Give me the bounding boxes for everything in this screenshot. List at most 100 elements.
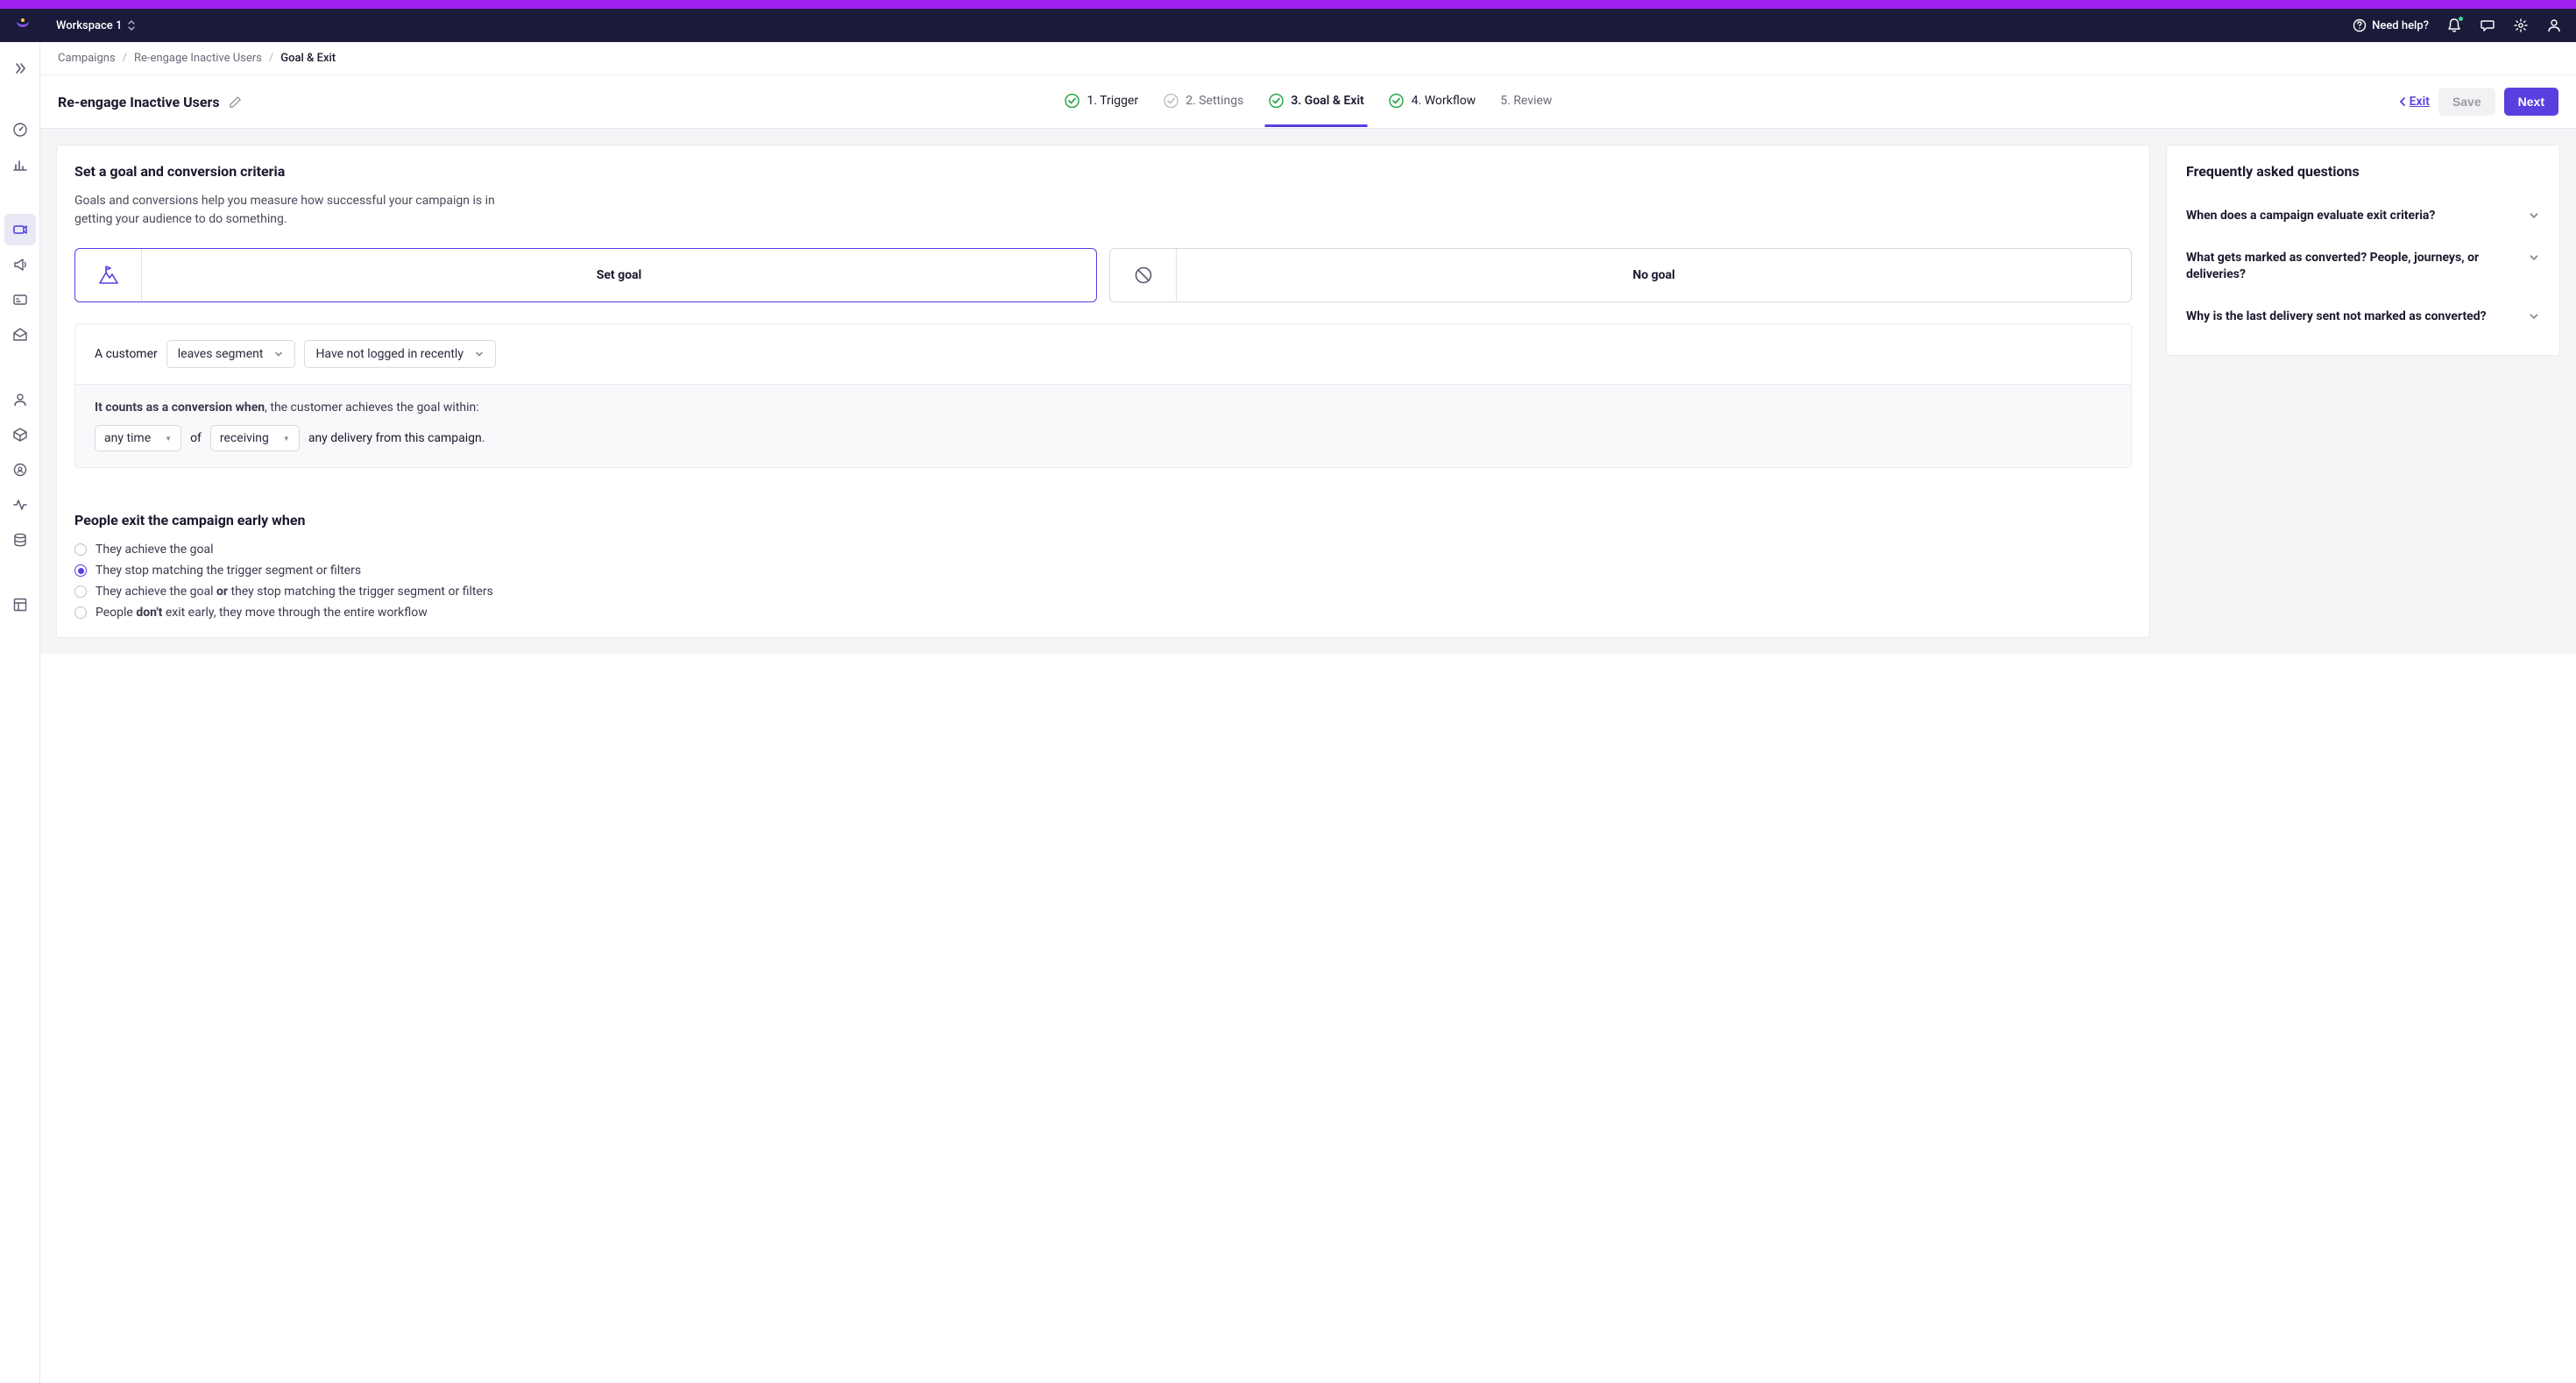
check-circle-icon <box>1268 93 1284 109</box>
exit-option-stop-matching[interactable]: They stop matching the trigger segment o… <box>74 564 2132 578</box>
chevron-down-icon <box>2528 209 2540 222</box>
criteria-text-tail: any delivery from this campaign. <box>308 431 485 445</box>
sidebar-item-broadcasts[interactable] <box>4 249 36 280</box>
step-label: 2. Settings <box>1185 94 1243 108</box>
check-circle-icon <box>1389 93 1405 109</box>
exit-link-label: Exit <box>2410 95 2430 109</box>
exit-option-label: They stop matching the trigger segment o… <box>96 564 361 578</box>
next-button[interactable]: Next <box>2504 88 2558 116</box>
radio-icon <box>74 543 87 556</box>
notifications-button[interactable] <box>2446 18 2462 33</box>
faq-title: Frequently asked questions <box>2186 163 2540 180</box>
breadcrumb-current: Goal & Exit <box>280 52 336 65</box>
time-dropdown[interactable]: any time ▼ <box>95 425 181 451</box>
conversion-lead-rest: , the customer achieves the goal within: <box>265 401 479 415</box>
goal-section-desc: Goals and conversions help you measure h… <box>74 192 495 229</box>
step-settings[interactable]: 2. Settings <box>1163 93 1243 110</box>
edit-title-button[interactable] <box>229 96 242 109</box>
criteria-text-prefix: A customer <box>95 347 158 361</box>
exit-criteria-section: People exit the campaign early when They… <box>74 512 2132 620</box>
step-workflow[interactable]: 4. Workflow <box>1389 93 1476 110</box>
chat-button[interactable] <box>2480 18 2495 33</box>
radio-icon <box>74 606 87 619</box>
conversion-lead-bold: It counts as a conversion when <box>95 401 265 415</box>
sidebar-item-people[interactable] <box>4 384 36 415</box>
sidebar-item-dashboard[interactable] <box>4 114 36 145</box>
workspace-switcher[interactable]: Workspace 1 <box>56 19 136 32</box>
step-label: 1. Trigger <box>1087 94 1139 108</box>
sidebar-item-activity[interactable] <box>4 489 36 521</box>
goal-option-label: No goal <box>1177 268 2131 282</box>
radio-icon <box>74 564 87 577</box>
workspace-name: Workspace 1 <box>56 19 122 32</box>
settings-button[interactable] <box>2513 18 2529 33</box>
breadcrumb-sep-icon: / <box>123 52 127 65</box>
step-trigger[interactable]: 1. Trigger <box>1065 93 1139 110</box>
faq-panel: Frequently asked questions When does a c… <box>2166 145 2560 356</box>
sidebar-item-layouts[interactable] <box>4 589 36 621</box>
goal-section-title: Set a goal and conversion criteria <box>74 163 2132 180</box>
sidebar-item-data[interactable] <box>4 524 36 556</box>
sidebar-item-content[interactable] <box>4 419 36 450</box>
triangle-down-icon: ▼ <box>165 435 172 443</box>
sidebar-item-segments[interactable] <box>4 454 36 486</box>
conversion-criteria-box: A customer leaves segment Have not logge… <box>74 323 2132 468</box>
goal-panel: Set a goal and conversion criteria Goals… <box>56 145 2150 638</box>
dropdown-value: any time <box>104 431 151 445</box>
dropdown-value: receiving <box>220 431 269 445</box>
notification-dot-icon <box>2458 16 2464 22</box>
faq-question: When does a campaign evaluate exit crite… <box>2186 208 2435 225</box>
sidebar-item-deliveries[interactable] <box>4 319 36 351</box>
chevron-down-icon <box>474 349 485 359</box>
faq-item-last-delivery[interactable]: Why is the last delivery sent not marked… <box>2186 296 2540 338</box>
breadcrumb: Campaigns / Re-engage Inactive Users / G… <box>40 42 2576 75</box>
exit-option-label: They achieve the goal <box>96 543 214 557</box>
check-circle-icon <box>1065 93 1080 109</box>
sidebar-item-campaigns[interactable] <box>4 214 36 245</box>
faq-item-converted[interactable]: What gets marked as converted? People, j… <box>2186 238 2540 296</box>
sidebar-item-analytics[interactable] <box>4 149 36 181</box>
ban-icon <box>1110 249 1177 301</box>
exit-section-title: People exit the campaign early when <box>74 512 2132 528</box>
step-label: 3. Goal & Exit <box>1291 94 1363 108</box>
page-title: Re-engage Inactive Users <box>58 94 220 110</box>
step-review[interactable]: 5. Review <box>1500 93 1552 110</box>
breadcrumb-sep-icon: / <box>269 52 273 65</box>
goal-option-no-goal[interactable]: No goal <box>1109 248 2132 302</box>
faq-item-exit-criteria[interactable]: When does a campaign evaluate exit crite… <box>2186 195 2540 238</box>
exit-option-achieve-goal[interactable]: They achieve the goal <box>74 543 2132 557</box>
need-help-link[interactable]: Need help? <box>2353 18 2429 32</box>
check-circle-icon <box>1163 93 1178 109</box>
chevron-down-icon <box>2528 310 2540 323</box>
triangle-down-icon: ▼ <box>283 435 290 443</box>
radio-icon <box>74 585 87 598</box>
help-circle-icon <box>2353 18 2367 32</box>
sidebar-expand-button[interactable] <box>4 53 36 84</box>
event-dropdown[interactable]: receiving ▼ <box>210 425 300 451</box>
exit-link[interactable]: Exit <box>2397 95 2430 109</box>
exit-option-dont-exit[interactable]: People don't exit early, they move throu… <box>74 606 2132 620</box>
wizard-steps: 1. Trigger 2. Settings 3. Goal & Exit 4.… <box>1065 93 1553 110</box>
sidebar-item-transactional[interactable] <box>4 284 36 316</box>
save-button[interactable]: Save <box>2438 88 2495 116</box>
faq-question: What gets marked as converted? People, j… <box>2186 250 2514 284</box>
breadcrumb-campaign-name[interactable]: Re-engage Inactive Users <box>134 52 262 65</box>
goal-option-set-goal[interactable]: Set goal <box>74 248 1097 302</box>
breadcrumb-campaigns[interactable]: Campaigns <box>58 52 116 65</box>
need-help-label: Need help? <box>2372 19 2429 32</box>
brand-top-strip <box>0 0 2576 9</box>
faq-question: Why is the last delivery sent not marked… <box>2186 309 2487 326</box>
chevron-left-icon <box>2397 96 2408 107</box>
segment-dropdown[interactable]: Have not logged in recently <box>304 340 496 368</box>
profile-button[interactable] <box>2546 18 2562 33</box>
action-dropdown[interactable]: leaves segment <box>166 340 296 368</box>
app-header: Workspace 1 Need help? <box>0 9 2576 42</box>
step-label: 5. Review <box>1500 94 1552 108</box>
step-label: 4. Workflow <box>1412 94 1476 108</box>
exit-option-label: They achieve the goal or they stop match… <box>96 585 493 599</box>
step-goal-exit[interactable]: 3. Goal & Exit <box>1268 93 1363 110</box>
exit-option-goal-or-stop[interactable]: They achieve the goal or they stop match… <box>74 585 2132 599</box>
page-subheader: Re-engage Inactive Users 1. Trigger 2. S… <box>40 75 2576 129</box>
dropdown-value: leaves segment <box>178 347 264 361</box>
criteria-text-of: of <box>190 431 202 445</box>
